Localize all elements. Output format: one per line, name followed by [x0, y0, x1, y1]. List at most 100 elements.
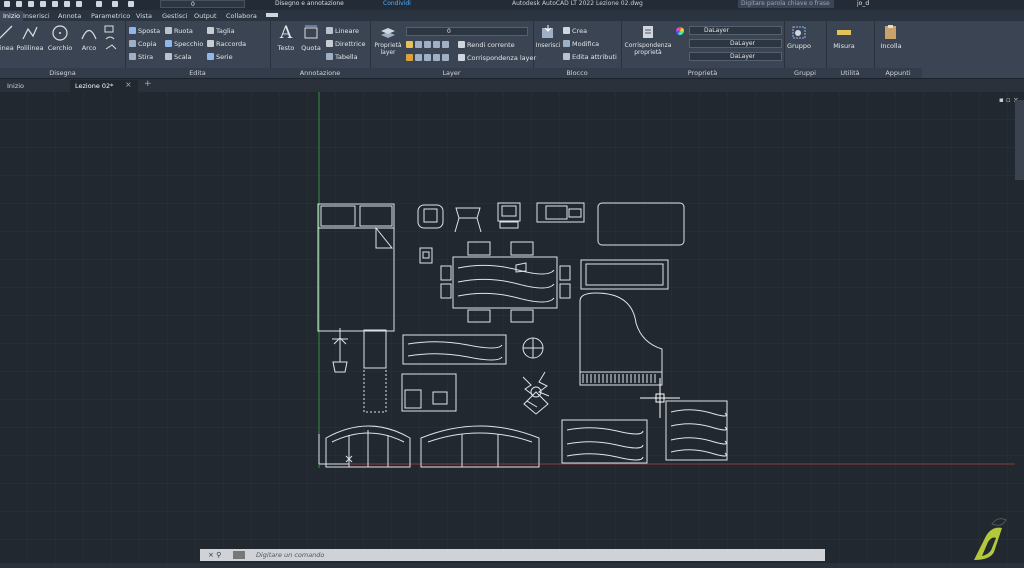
mirror-button[interactable]: Specchio	[165, 40, 203, 48]
match-properties-button[interactable]: Corrispondenza proprietà	[623, 24, 673, 56]
panel-title-annotazione[interactable]: Annotazione	[270, 68, 370, 78]
layer-tools-row2[interactable]	[406, 54, 451, 62]
match-layer-button[interactable]: Corrispondenza layer	[458, 54, 536, 62]
command-input[interactable]: Digitare un comando	[256, 549, 324, 561]
lineweight-dropdown[interactable]: DaLayer	[689, 52, 782, 61]
line-icon	[0, 25, 13, 39]
plot-icon[interactable]	[96, 1, 102, 7]
document-tab-bar: Inizio Lezione 02* × +	[0, 79, 1024, 92]
edit-block-button[interactable]: Modifica	[563, 40, 599, 48]
insert-block-icon	[542, 25, 553, 38]
circle-icon	[52, 25, 68, 41]
edit-attributes-button[interactable]: Edita attributi	[563, 53, 617, 61]
panel-title-blocco[interactable]: Blocco	[533, 68, 621, 78]
copy-button[interactable]: Copia	[129, 40, 156, 48]
move-button[interactable]: Sposta	[129, 27, 160, 35]
command-history-icon[interactable]	[233, 551, 245, 559]
group-button[interactable]: Gruppo	[786, 24, 812, 50]
polyline-button[interactable]: Polilinea	[16, 24, 44, 52]
layer-tools-row1[interactable]	[406, 41, 451, 49]
panel-annotazione: A Testo Quota Lineare Direttrice Tabella…	[270, 21, 371, 78]
panel-title-disegna[interactable]: Disegna	[0, 68, 125, 78]
panel-appunti: Incolla Appunti	[874, 21, 922, 78]
open-web-icon[interactable]	[64, 1, 70, 7]
tab-collabora[interactable]: Collabora	[223, 11, 260, 21]
ribbon-toggle-icon[interactable]	[266, 13, 278, 17]
new-file-icon[interactable]	[4, 1, 10, 7]
tab-parametrico[interactable]: Parametrico	[88, 11, 133, 21]
layer-properties-button[interactable]: Proprietà layer	[373, 24, 403, 56]
share-button[interactable]: Condividi	[383, 0, 411, 7]
trim-button[interactable]: Taglia	[207, 27, 235, 35]
line-button[interactable]: Linea	[0, 24, 16, 52]
color-wheel-icon[interactable]	[676, 27, 684, 35]
save-as-icon[interactable]	[40, 1, 46, 7]
polyline-icon	[22, 26, 38, 40]
paste-button[interactable]: Incolla	[878, 24, 904, 50]
tab-output[interactable]: Output	[191, 11, 220, 21]
rotate-button[interactable]: Ruota	[165, 27, 193, 35]
fillet-icon	[207, 40, 214, 47]
measure-icon	[837, 30, 851, 35]
create-block-button[interactable]: Crea	[563, 27, 587, 35]
open-file-icon[interactable]	[16, 1, 22, 7]
array-icon	[207, 53, 214, 60]
new-tab-icon[interactable]: +	[144, 79, 152, 89]
window-title: Autodesk AutoCAD LT 2022 Lezione 02.dwg	[512, 0, 643, 7]
make-current-icon	[458, 41, 465, 48]
tab-annota[interactable]: Annota	[55, 11, 84, 21]
panel-title-gruppi[interactable]: Gruppi	[784, 68, 826, 78]
trim-icon	[207, 27, 214, 34]
ribbon: Linea Polilinea Cerchio Arco Disegna Spo…	[0, 21, 1024, 79]
close-tab-icon[interactable]: ×	[125, 80, 132, 89]
mirror-icon	[165, 40, 172, 47]
panel-title-appunti[interactable]: Appunti	[874, 68, 922, 78]
stretch-button[interactable]: Stira	[129, 53, 153, 61]
insert-block-button[interactable]: Inserisci	[534, 24, 562, 49]
linetype-dropdown[interactable]: DaLayer	[689, 39, 782, 48]
command-line[interactable]: × ⚲ Digitare un comando	[200, 549, 825, 561]
color-dropdown[interactable]: DaLayer	[689, 26, 782, 35]
panel-title-edita[interactable]: Edita	[125, 68, 270, 78]
scale-button[interactable]: Scala	[165, 53, 191, 61]
table-button[interactable]: Tabella	[326, 53, 358, 61]
panel-layer: Proprietà layer 0 Rendi corrente Corrisp…	[370, 21, 536, 78]
make-current-button[interactable]: Rendi corrente	[458, 41, 515, 49]
panel-title-proprieta[interactable]: Proprietà	[621, 68, 784, 78]
ribbon-tab-bar: Inizio Inserisci Annota Parametrico Vist…	[0, 10, 1024, 21]
arc-button[interactable]: Arco	[78, 24, 100, 52]
doc-tab-home[interactable]: Inizio	[2, 80, 67, 92]
fillet-button[interactable]: Raccorda	[207, 40, 246, 48]
save-icon[interactable]	[28, 1, 34, 7]
leader-button[interactable]: Direttrice	[326, 40, 366, 48]
user-account[interactable]: jo_d	[857, 0, 869, 7]
circle-button[interactable]: Cerchio	[46, 24, 74, 52]
save-web-icon[interactable]	[76, 1, 82, 7]
array-button[interactable]: Serie	[207, 53, 233, 61]
stretch-icon	[129, 53, 136, 60]
dimension-button[interactable]: Quota	[299, 24, 323, 52]
tab-gestisci[interactable]: Gestisci	[159, 11, 191, 21]
navigation-bar[interactable]	[1015, 100, 1024, 180]
redo-icon[interactable]	[128, 1, 134, 7]
undo-icon[interactable]	[112, 1, 118, 7]
panel-edita: Sposta Ruota Taglia Copia Specchio Racco…	[125, 21, 271, 78]
workspace-switcher[interactable]: Disegno e annotazione	[275, 0, 344, 7]
tab-inserisci[interactable]: Inserisci	[20, 11, 53, 21]
tab-vista[interactable]: Vista	[133, 11, 155, 21]
text-button[interactable]: A Testo	[274, 24, 298, 52]
help-search-input[interactable]: Digitare parola chiave o frase	[738, 0, 834, 8]
measure-button[interactable]: Misura	[830, 24, 858, 50]
edit-attributes-icon	[563, 53, 570, 60]
panel-title-layer[interactable]: Layer	[370, 68, 533, 78]
panel-title-utilita[interactable]: Utilità	[826, 68, 874, 78]
layer-dropdown[interactable]: 0	[406, 27, 528, 36]
match-layer-icon	[458, 54, 465, 61]
command-close-icon[interactable]: × ⚲	[208, 549, 221, 561]
draw-tools-icons[interactable]	[104, 25, 122, 55]
linear-dim-button[interactable]: Lineare	[326, 27, 359, 35]
drawing-canvas[interactable]: ▪ ▫ ×	[0, 92, 1024, 568]
panel-gruppi: Gruppo Gruppi	[784, 21, 827, 78]
web-mobile-icon[interactable]	[52, 1, 58, 7]
qat-layer-dropdown[interactable]: 0	[160, 0, 245, 8]
